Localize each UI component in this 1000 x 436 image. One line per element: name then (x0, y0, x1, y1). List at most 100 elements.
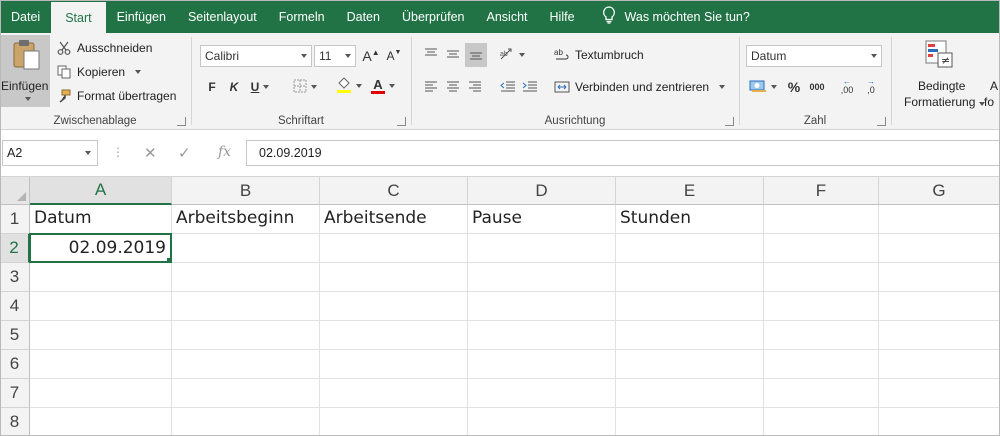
cell-f2[interactable] (764, 234, 879, 263)
cell-d6[interactable] (468, 350, 616, 379)
formula-bar-grip-icon[interactable]: ⋮ (112, 145, 124, 159)
column-header-g[interactable]: G (879, 177, 1000, 205)
cell-a8[interactable] (30, 408, 172, 436)
align-middle-button[interactable] (444, 45, 462, 65)
align-right-button[interactable] (466, 77, 484, 97)
cell-b5[interactable] (172, 321, 320, 350)
cell-g6[interactable] (879, 350, 1000, 379)
row-header-4[interactable]: 4 (0, 292, 30, 321)
row-header-8[interactable]: 8 (0, 408, 30, 436)
cell-g2[interactable] (879, 234, 1000, 263)
cell-e3[interactable] (616, 263, 764, 292)
tab-start[interactable]: Start (51, 2, 106, 33)
tab-seitenlayout[interactable]: Seitenlayout (177, 0, 268, 33)
align-bottom-button[interactable] (465, 43, 487, 67)
cell-c6[interactable] (320, 350, 468, 379)
italic-button[interactable]: K (226, 77, 242, 97)
column-header-f[interactable]: F (764, 177, 879, 205)
cell-d1[interactable]: Pause (468, 205, 616, 234)
cell-c1[interactable]: Arbeitsende (320, 205, 468, 234)
cell-e6[interactable] (616, 350, 764, 379)
cell-d2[interactable] (468, 234, 616, 263)
tab-hilfe[interactable]: Hilfe (539, 0, 586, 33)
font-color-button[interactable]: A (368, 76, 398, 96)
bold-button[interactable]: F (204, 77, 220, 97)
column-header-e[interactable]: E (616, 177, 764, 205)
copy-caret[interactable] (135, 70, 142, 74)
cell-b1[interactable]: Arbeitsbeginn (172, 205, 320, 234)
align-left-button[interactable] (422, 77, 440, 97)
cell-b4[interactable] (172, 292, 320, 321)
cell-c7[interactable] (320, 379, 468, 408)
font-size-combo[interactable]: 11 (314, 45, 356, 67)
row-header-7[interactable]: 7 (0, 379, 30, 408)
cell-a3[interactable] (30, 263, 172, 292)
alignment-launcher[interactable] (725, 117, 734, 126)
clipboard-launcher[interactable] (177, 117, 186, 126)
tab-ueberpruefen[interactable]: Überprüfen (391, 0, 476, 33)
percent-button[interactable]: % (786, 77, 802, 97)
fill-color-button[interactable] (334, 76, 364, 96)
cut-button[interactable]: Ausschneiden (56, 40, 152, 56)
cell-b2[interactable] (172, 234, 320, 263)
tab-formeln[interactable]: Formeln (268, 0, 336, 33)
row-header-2[interactable]: 2 (0, 234, 30, 263)
shrink-font-button[interactable]: A ▼ (385, 46, 403, 66)
number-format-combo[interactable]: Datum (746, 45, 882, 67)
cell-g5[interactable] (879, 321, 1000, 350)
cell-g7[interactable] (879, 379, 1000, 408)
cell-a2[interactable]: 02.09.2019 (29, 233, 172, 263)
cell-d4[interactable] (468, 292, 616, 321)
name-box[interactable]: A2 (2, 140, 98, 166)
conditional-formatting-button[interactable]: ≠ Bedingte Formatierung (896, 37, 986, 111)
cell-f6[interactable] (764, 350, 879, 379)
cell-e4[interactable] (616, 292, 764, 321)
enter-check-icon[interactable]: ✓ (178, 144, 191, 162)
tab-ansicht[interactable]: Ansicht (476, 0, 539, 33)
cell-c5[interactable] (320, 321, 468, 350)
decrease-indent-button[interactable] (498, 77, 518, 97)
copy-button[interactable]: Kopieren (56, 64, 142, 80)
format-as-table-button[interactable]: A fo (984, 37, 1000, 111)
tell-me-search[interactable]: Was möchten Sie tun? (586, 0, 750, 33)
cell-f7[interactable] (764, 379, 879, 408)
cell-e2[interactable] (616, 234, 764, 263)
cell-d7[interactable] (468, 379, 616, 408)
cell-f8[interactable] (764, 408, 879, 436)
align-top-button[interactable] (422, 45, 440, 65)
cell-g1[interactable] (879, 205, 1000, 234)
cancel-icon[interactable]: ✕ (144, 144, 157, 162)
increase-decimal-button[interactable]: ← ,00 (836, 76, 858, 96)
tab-datei[interactable]: Datei (0, 0, 51, 33)
cell-a1[interactable]: Datum (30, 205, 172, 234)
increase-indent-button[interactable] (520, 77, 540, 97)
wrap-text-button[interactable]: ab Textumbruch (554, 47, 644, 63)
formula-input[interactable]: 02.09.2019 (246, 140, 1000, 166)
cell-f4[interactable] (764, 292, 879, 321)
borders-button[interactable] (290, 77, 320, 97)
cell-d3[interactable] (468, 263, 616, 292)
column-header-c[interactable]: C (320, 177, 468, 205)
cell-c4[interactable] (320, 292, 468, 321)
cell-e1[interactable]: Stunden (616, 205, 764, 234)
cell-g4[interactable] (879, 292, 1000, 321)
cell-b7[interactable] (172, 379, 320, 408)
cell-d5[interactable] (468, 321, 616, 350)
cell-f1[interactable] (764, 205, 879, 234)
row-header-3[interactable]: 3 (0, 263, 30, 292)
cell-b6[interactable] (172, 350, 320, 379)
orientation-button[interactable]: ab (498, 45, 526, 65)
cell-a6[interactable] (30, 350, 172, 379)
cell-b8[interactable] (172, 408, 320, 436)
column-header-d[interactable]: D (468, 177, 616, 205)
insert-function-button[interactable]: fx (218, 144, 231, 160)
cell-c3[interactable] (320, 263, 468, 292)
cell-c2[interactable] (320, 234, 468, 263)
tab-daten[interactable]: Daten (336, 0, 391, 33)
number-launcher[interactable] (877, 117, 886, 126)
cell-g8[interactable] (879, 408, 1000, 436)
row-header-5[interactable]: 5 (0, 321, 30, 350)
cell-e8[interactable] (616, 408, 764, 436)
column-header-a[interactable]: A (30, 177, 172, 205)
decrease-decimal-button[interactable]: → ,0 (860, 76, 882, 96)
